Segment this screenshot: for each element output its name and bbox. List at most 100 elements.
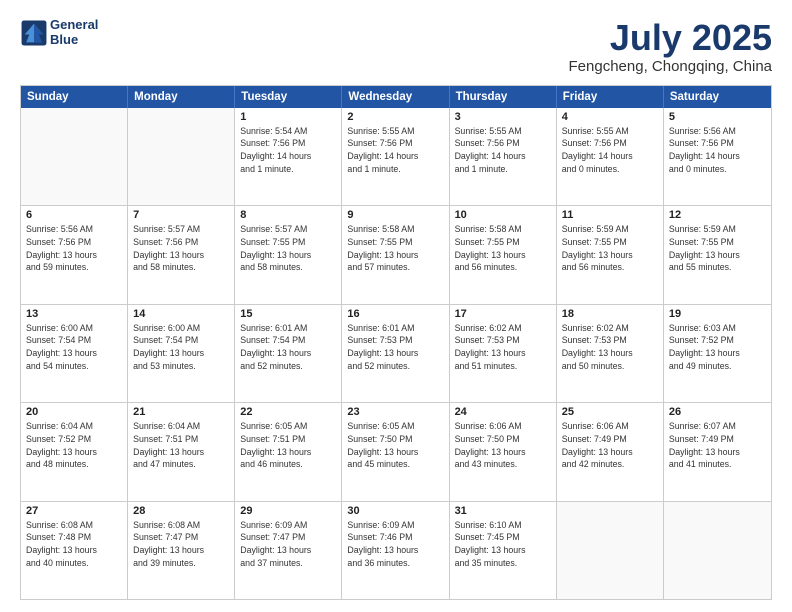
calendar-body: 1 Sunrise: 5:54 AM Sunset: 7:56 PM Daylig… <box>21 108 771 599</box>
day-cell-9: 9 Sunrise: 5:58 AM Sunset: 7:55 PM Daylig… <box>342 206 449 303</box>
day-cell-15: 15Sunrise: 6:01 AM Sunset: 7:54 PM Dayli… <box>235 305 342 402</box>
header-wednesday: Wednesday <box>342 86 449 108</box>
day-number: 16 <box>347 308 443 320</box>
day-info: Sunrise: 5:57 AM Sunset: 7:55 PM Dayligh… <box>240 223 336 274</box>
day-number: 3 <box>455 111 551 123</box>
day-number: 9 <box>347 209 443 221</box>
day-number: 14 <box>133 308 229 320</box>
day-cell-4: 4Sunrise: 5:55 AM Sunset: 7:56 PM Daylig… <box>557 108 664 205</box>
day-info: Sunrise: 5:56 AM Sunset: 7:56 PM Dayligh… <box>669 125 766 176</box>
day-cell-empty-0-1 <box>128 108 235 205</box>
day-cell-3: 3 Sunrise: 5:55 AM Sunset: 7:56 PM Daylig… <box>450 108 557 205</box>
day-info: Sunrise: 6:09 AM Sunset: 7:47 PM Dayligh… <box>240 519 336 570</box>
day-number: 17 <box>455 308 551 320</box>
day-number: 13 <box>26 308 122 320</box>
day-info: Sunrise: 6:04 AM Sunset: 7:51 PM Dayligh… <box>133 420 229 471</box>
day-info: Sunrise: 6:05 AM Sunset: 7:50 PM Dayligh… <box>347 420 443 471</box>
day-info: Sunrise: 6:10 AM Sunset: 7:45 PM Dayligh… <box>455 519 551 570</box>
calendar-header-row: SundayMondayTuesdayWednesdayThursdayFrid… <box>21 86 771 108</box>
day-info: Sunrise: 6:08 AM Sunset: 7:48 PM Dayligh… <box>26 519 122 570</box>
day-cell-8: 8Sunrise: 5:57 AM Sunset: 7:55 PM Daylig… <box>235 206 342 303</box>
day-number: 25 <box>562 406 658 418</box>
week-row-5: 27 Sunrise: 6:08 AM Sunset: 7:48 PM Dayli… <box>21 502 771 599</box>
day-cell-31: 31Sunrise: 6:10 AM Sunset: 7:45 PM Dayli… <box>450 502 557 599</box>
day-info: Sunrise: 6:08 AM Sunset: 7:47 PM Dayligh… <box>133 519 229 570</box>
day-info: Sunrise: 5:55 AM Sunset: 7:56 PM Dayligh… <box>347 125 443 176</box>
day-number: 26 <box>669 406 766 418</box>
day-cell-25: 25 Sunrise: 6:06 AM Sunset: 7:49 PM Dayli… <box>557 403 664 500</box>
day-info: Sunrise: 5:58 AM Sunset: 7:55 PM Dayligh… <box>455 223 551 274</box>
day-number: 10 <box>455 209 551 221</box>
day-info: Sunrise: 5:59 AM Sunset: 7:55 PM Dayligh… <box>562 223 658 274</box>
header-monday: Monday <box>128 86 235 108</box>
day-info: Sunrise: 6:06 AM Sunset: 7:50 PM Dayligh… <box>455 420 551 471</box>
header-sunday: Sunday <box>21 86 128 108</box>
day-cell-19: 19 Sunrise: 6:03 AM Sunset: 7:52 PM Dayli… <box>664 305 771 402</box>
day-info: Sunrise: 6:07 AM Sunset: 7:49 PM Dayligh… <box>669 420 766 471</box>
title-block: July 2025 Fengcheng, Chongqing, China <box>569 18 772 75</box>
day-number: 2 <box>347 111 443 123</box>
day-number: 1 <box>240 111 336 123</box>
day-number: 27 <box>26 505 122 517</box>
day-number: 19 <box>669 308 766 320</box>
day-cell-20: 20 Sunrise: 6:04 AM Sunset: 7:52 PM Dayli… <box>21 403 128 500</box>
day-number: 4 <box>562 111 658 123</box>
day-number: 5 <box>669 111 766 123</box>
week-row-4: 20 Sunrise: 6:04 AM Sunset: 7:52 PM Dayli… <box>21 403 771 501</box>
day-number: 20 <box>26 406 122 418</box>
day-info: Sunrise: 5:54 AM Sunset: 7:56 PM Dayligh… <box>240 125 336 176</box>
day-info: Sunrise: 5:56 AM Sunset: 7:56 PM Dayligh… <box>26 223 122 274</box>
day-info: Sunrise: 6:02 AM Sunset: 7:53 PM Dayligh… <box>562 322 658 373</box>
day-number: 12 <box>669 209 766 221</box>
day-number: 23 <box>347 406 443 418</box>
day-number: 24 <box>455 406 551 418</box>
day-cell-27: 27 Sunrise: 6:08 AM Sunset: 7:48 PM Dayli… <box>21 502 128 599</box>
logo-line1: General <box>50 17 98 32</box>
day-info: Sunrise: 6:06 AM Sunset: 7:49 PM Dayligh… <box>562 420 658 471</box>
day-cell-23: 23 Sunrise: 6:05 AM Sunset: 7:50 PM Dayli… <box>342 403 449 500</box>
day-info: Sunrise: 6:01 AM Sunset: 7:53 PM Dayligh… <box>347 322 443 373</box>
day-cell-22: 22Sunrise: 6:05 AM Sunset: 7:51 PM Dayli… <box>235 403 342 500</box>
page: General Blue July 2025 Fengcheng, Chongq… <box>0 0 792 612</box>
day-cell-11: 11 Sunrise: 5:59 AM Sunset: 7:55 PM Dayli… <box>557 206 664 303</box>
day-number: 11 <box>562 209 658 221</box>
day-cell-28: 28 Sunrise: 6:08 AM Sunset: 7:47 PM Dayli… <box>128 502 235 599</box>
day-cell-29: 29Sunrise: 6:09 AM Sunset: 7:47 PM Dayli… <box>235 502 342 599</box>
day-info: Sunrise: 5:57 AM Sunset: 7:56 PM Dayligh… <box>133 223 229 274</box>
logo: General Blue <box>20 18 98 48</box>
day-cell-17: 17 Sunrise: 6:02 AM Sunset: 7:53 PM Dayli… <box>450 305 557 402</box>
day-info: Sunrise: 5:55 AM Sunset: 7:56 PM Dayligh… <box>455 125 551 176</box>
day-number: 21 <box>133 406 229 418</box>
week-row-1: 1 Sunrise: 5:54 AM Sunset: 7:56 PM Daylig… <box>21 108 771 206</box>
day-cell-21: 21 Sunrise: 6:04 AM Sunset: 7:51 PM Dayli… <box>128 403 235 500</box>
day-cell-empty-4-6 <box>664 502 771 599</box>
day-cell-2: 2 Sunrise: 5:55 AM Sunset: 7:56 PM Daylig… <box>342 108 449 205</box>
day-number: 28 <box>133 505 229 517</box>
day-info: Sunrise: 6:00 AM Sunset: 7:54 PM Dayligh… <box>26 322 122 373</box>
day-cell-6: 6 Sunrise: 5:56 AM Sunset: 7:56 PM Daylig… <box>21 206 128 303</box>
day-number: 7 <box>133 209 229 221</box>
header-friday: Friday <box>557 86 664 108</box>
day-info: Sunrise: 6:03 AM Sunset: 7:52 PM Dayligh… <box>669 322 766 373</box>
header-saturday: Saturday <box>664 86 771 108</box>
day-cell-1: 1 Sunrise: 5:54 AM Sunset: 7:56 PM Daylig… <box>235 108 342 205</box>
header-tuesday: Tuesday <box>235 86 342 108</box>
day-number: 6 <box>26 209 122 221</box>
day-info: Sunrise: 6:02 AM Sunset: 7:53 PM Dayligh… <box>455 322 551 373</box>
day-info: Sunrise: 6:04 AM Sunset: 7:52 PM Dayligh… <box>26 420 122 471</box>
day-info: Sunrise: 5:58 AM Sunset: 7:55 PM Dayligh… <box>347 223 443 274</box>
header-thursday: Thursday <box>450 86 557 108</box>
day-cell-empty-0-0 <box>21 108 128 205</box>
logo-text: General Blue <box>50 18 98 48</box>
location: Fengcheng, Chongqing, China <box>569 58 772 75</box>
day-cell-12: 12 Sunrise: 5:59 AM Sunset: 7:55 PM Dayli… <box>664 206 771 303</box>
logo-line2: Blue <box>50 32 78 47</box>
day-number: 15 <box>240 308 336 320</box>
header: General Blue July 2025 Fengcheng, Chongq… <box>20 18 772 75</box>
day-number: 30 <box>347 505 443 517</box>
day-cell-30: 30Sunrise: 6:09 AM Sunset: 7:46 PM Dayli… <box>342 502 449 599</box>
day-info: Sunrise: 5:59 AM Sunset: 7:55 PM Dayligh… <box>669 223 766 274</box>
day-cell-13: 13 Sunrise: 6:00 AM Sunset: 7:54 PM Dayli… <box>21 305 128 402</box>
day-cell-empty-4-5 <box>557 502 664 599</box>
day-cell-10: 10 Sunrise: 5:58 AM Sunset: 7:55 PM Dayli… <box>450 206 557 303</box>
